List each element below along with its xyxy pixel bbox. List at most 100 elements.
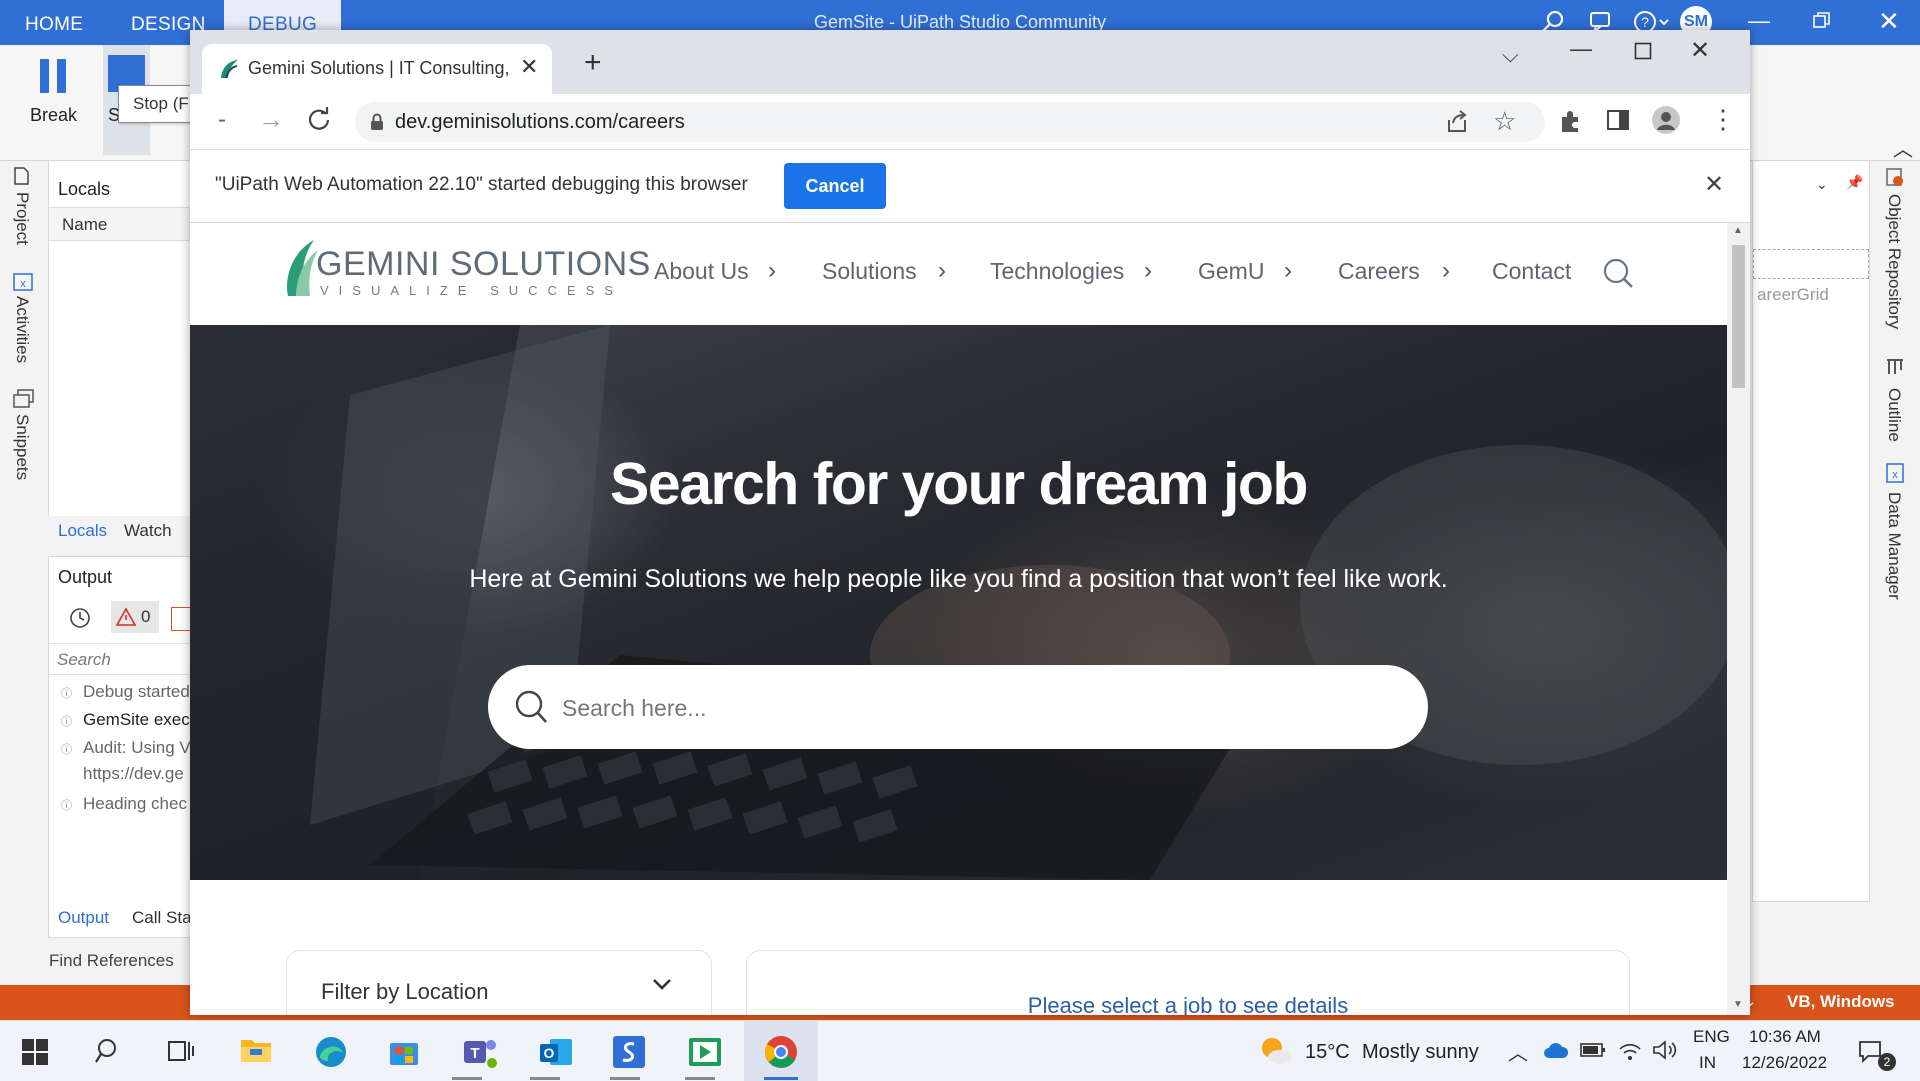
speaker-icon[interactable] <box>1652 1039 1678 1066</box>
browser-minimize-icon[interactable]: — <box>1570 36 1592 62</box>
pin-icon[interactable]: 📌 <box>1846 174 1863 191</box>
reload-icon[interactable] <box>306 106 332 137</box>
address-bar[interactable]: dev.geminisolutions.com/careers ☆ <box>355 102 1545 142</box>
scroll-down-icon[interactable]: ▼ <box>1733 999 1743 1010</box>
cancel-button[interactable]: Cancel <box>784 163 886 209</box>
gemini-favicon-icon <box>218 58 240 85</box>
chevron-right-icon[interactable]: › <box>938 257 946 285</box>
object-repository-icon[interactable] <box>1884 166 1906 193</box>
side-tab-data-manager[interactable]: Data Manager <box>1884 492 1904 600</box>
tab-close-icon[interactable]: ✕ <box>520 54 538 80</box>
edge-browser-icon[interactable] <box>314 1035 348 1074</box>
new-tab-icon[interactable]: + <box>584 46 602 80</box>
nav-about-us[interactable]: About Us <box>654 258 749 285</box>
side-tab-object-repository[interactable]: Object Repository <box>1884 194 1904 329</box>
snippets-icon[interactable] <box>12 388 36 415</box>
file-explorer-icon[interactable] <box>240 1036 272 1069</box>
uipath-studio-icon[interactable] <box>612 1035 646 1074</box>
kebab-menu-icon[interactable]: ⋮ <box>1710 104 1736 135</box>
lock-icon[interactable] <box>370 113 384 136</box>
job-search-input[interactable] <box>560 685 1384 731</box>
tab-search-chevron-icon[interactable]: ⌵ <box>1502 42 1519 68</box>
nav-solutions[interactable]: Solutions <box>822 258 917 285</box>
tab-call-stack[interactable]: Call Sta <box>132 908 192 928</box>
task-view-icon[interactable] <box>166 1038 194 1069</box>
side-tab-snippets[interactable]: Snippets <box>12 414 32 480</box>
battery-icon[interactable] <box>1580 1041 1606 1064</box>
side-tab-outline[interactable]: Outline <box>1884 388 1904 442</box>
infobar-close-icon[interactable]: ✕ <box>1704 170 1724 199</box>
data-manager-icon[interactable]: x <box>1884 462 1906 489</box>
taskbar-search-icon[interactable] <box>95 1037 123 1070</box>
clock-icon[interactable] <box>69 607 91 634</box>
chevron-right-icon[interactable]: › <box>1284 257 1292 285</box>
forward-arrow-icon[interactable]: → <box>258 104 284 135</box>
hero-overlay <box>190 325 1727 880</box>
nav-gemu[interactable]: GemU <box>1198 258 1264 285</box>
tab-watch[interactable]: Watch <box>124 521 172 541</box>
bookmark-star-icon[interactable]: ☆ <box>1493 106 1516 137</box>
project-icon[interactable] <box>12 166 30 191</box>
windows-start-icon[interactable] <box>22 1039 48 1070</box>
output-search[interactable]: Search <box>49 643 199 675</box>
teams-icon[interactable]: T <box>462 1035 498 1074</box>
locals-title: Locals <box>58 179 111 199</box>
wifi-icon[interactable] <box>1618 1039 1642 1066</box>
weather-sun-icon[interactable] <box>1258 1035 1294 1072</box>
onedrive-cloud-icon[interactable] <box>1543 1041 1569 1064</box>
warning-filter-button[interactable]: 0 <box>111 601 159 633</box>
job-search-box[interactable] <box>488 665 1428 749</box>
chevron-down-icon[interactable]: ⌄ <box>1816 176 1828 193</box>
outline-icon[interactable] <box>1884 356 1906 383</box>
extensions-icon[interactable] <box>1558 108 1584 139</box>
outlook-icon[interactable]: O <box>538 1035 574 1074</box>
tab-locals[interactable]: Locals <box>58 521 107 541</box>
chevron-right-icon[interactable]: › <box>1144 257 1152 285</box>
browser-close-icon[interactable]: ✕ <box>1690 36 1710 65</box>
site-search-icon[interactable] <box>1602 257 1634 294</box>
share-icon[interactable] <box>1445 110 1471 139</box>
browser-maximize-icon[interactable] <box>1634 42 1652 65</box>
side-tab-project[interactable]: Project <box>12 192 32 245</box>
weather-temperature[interactable]: 15°C <box>1305 1041 1350 1064</box>
chevron-right-icon[interactable]: › <box>768 257 776 285</box>
svg-text:x: x <box>1892 469 1898 481</box>
show-hidden-icons-chevron-icon[interactable]: ︿ <box>1508 1037 1528 1066</box>
output-line: Audit: Using V <box>83 738 191 757</box>
nav-technologies[interactable]: Technologies <box>990 258 1124 285</box>
profile-icon[interactable] <box>1652 106 1680 134</box>
clock-time[interactable]: 10:36 AM <box>1749 1027 1821 1047</box>
hero-title: Search for your dream job <box>610 451 1308 517</box>
nav-contact[interactable]: Contact <box>1492 258 1571 285</box>
filter-by-location-dropdown[interactable]: Filter by Location <box>286 950 712 1015</box>
column-name[interactable]: Name <box>62 215 107 235</box>
find-references-tab[interactable]: Find References <box>49 951 174 971</box>
scroll-up-icon[interactable]: ▲ <box>1733 225 1743 236</box>
browser-tab[interactable]: Gemini Solutions | IT Consulting, ✕ <box>202 44 552 94</box>
weather-description[interactable]: Mostly sunny <box>1362 1041 1479 1064</box>
minimize-icon[interactable]: — <box>1748 8 1770 34</box>
nav-careers[interactable]: Careers <box>1338 258 1420 285</box>
restore-icon[interactable] <box>1812 10 1832 35</box>
side-panel-icon[interactable] <box>1606 108 1630 137</box>
page-scrollbar[interactable]: ▲ ▼ <box>1727 223 1750 1015</box>
tab-output[interactable]: Output <box>58 908 109 928</box>
activities-icon[interactable]: x <box>12 272 34 297</box>
back-arrow-icon[interactable]: ‐ <box>218 106 226 134</box>
scrollbar-thumb[interactable] <box>1732 245 1745 388</box>
microsoft-store-icon[interactable] <box>388 1035 420 1072</box>
chrome-taskbar-button[interactable] <box>744 1021 818 1081</box>
close-icon[interactable]: ✕ <box>1878 6 1900 37</box>
break-button[interactable]: Break <box>30 105 77 126</box>
logo-wordmark[interactable]: GEMINI SOLUTIONS <box>316 245 651 284</box>
language-region[interactable]: IN <box>1699 1053 1716 1073</box>
uipath-assistant-icon[interactable] <box>688 1035 722 1074</box>
chevron-right-icon[interactable]: › <box>1442 257 1450 285</box>
status-language[interactable]: VB, Windows <box>1787 992 1895 1012</box>
side-tab-activities[interactable]: Activities <box>12 296 32 363</box>
collapse-ribbon-icon[interactable]: ︿ <box>1893 133 1913 162</box>
clock-date[interactable]: 12/26/2022 <box>1742 1053 1827 1073</box>
language-code[interactable]: ENG <box>1693 1027 1730 1047</box>
url-text[interactable]: dev.geminisolutions.com/careers <box>395 111 685 134</box>
break-icon[interactable] <box>38 57 68 100</box>
